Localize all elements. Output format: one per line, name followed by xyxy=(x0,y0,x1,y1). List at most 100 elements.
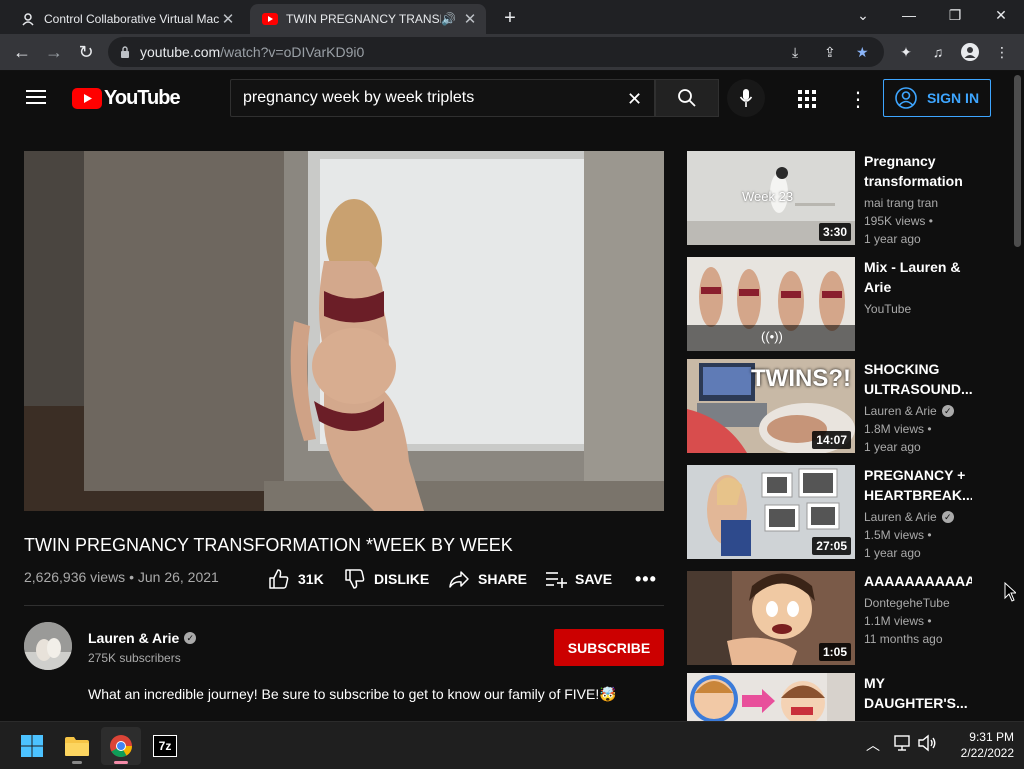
close-tab-icon[interactable]: ✕ xyxy=(462,11,478,28)
thumbnail-caption: TWINS?! xyxy=(751,365,851,392)
mouse-cursor-icon xyxy=(1004,581,1018,607)
add-to-playlist-icon xyxy=(546,572,567,588)
recommendation-title[interactable]: SHOCKING ULTRASOUND... xyxy=(864,359,972,399)
network-icon[interactable] xyxy=(893,734,911,757)
video-description: What an incredible journey! Be sure to s… xyxy=(88,686,617,702)
video-duration: 14:07 xyxy=(812,431,851,449)
youtube-logo[interactable]: YouTube xyxy=(72,87,181,110)
recommendation-item[interactable]: 1:05 AAAAAAAAAAA DontegeheTube 1.1M view… xyxy=(687,571,987,667)
install-app-icon[interactable]: ⤓ xyxy=(792,44,798,61)
recommendation-item[interactable]: MY DAUGHTER'S... xyxy=(687,673,987,721)
tab-youtube[interactable]: TWIN PREGNANCY TRANSFO 🔊 ✕ xyxy=(250,4,486,34)
tab-control-vm[interactable]: Control Collaborative Virtual Mac ✕ xyxy=(8,4,244,34)
recommendation-channel[interactable]: mai trang tran xyxy=(864,196,938,210)
recommendation-channel-row[interactable]: Lauren & Arie ✓ xyxy=(864,510,954,524)
guide-menu-icon[interactable] xyxy=(26,89,46,105)
clock-date: 2/22/2022 xyxy=(960,746,1014,760)
recommendation-channel[interactable]: YouTube xyxy=(864,302,911,316)
recommendation-title[interactable]: MY DAUGHTER'S... xyxy=(864,673,972,713)
subscribe-button[interactable]: SUBSCRIBE xyxy=(554,629,664,666)
browser-menu-icon[interactable]: ⋮ xyxy=(990,40,1014,64)
video-thumbnail[interactable]: 1:05 xyxy=(687,571,855,665)
recommendation-views: 1.1M views • xyxy=(864,614,932,628)
minimize-button[interactable]: — xyxy=(886,0,932,30)
recommendation-channel[interactable]: Lauren & Arie xyxy=(864,510,937,524)
search-button[interactable] xyxy=(655,79,719,117)
save-button[interactable]: SAVE xyxy=(545,568,612,590)
channel-name-row[interactable]: Lauren & Arie ✓ xyxy=(88,630,197,646)
video-thumbnail[interactable]: Week 23 3:30 xyxy=(687,151,855,245)
taskbar-clock[interactable]: 9:31 PM 2/22/2022 xyxy=(944,729,1014,761)
clear-search-icon[interactable]: ✕ xyxy=(627,89,642,110)
video-duration: 1:05 xyxy=(818,643,851,661)
extensions-icon[interactable]: ✦ xyxy=(894,40,918,64)
forward-icon[interactable]: → xyxy=(40,38,68,66)
windows-taskbar: 7z ︿ 9:31 PM 2/22/2022 xyxy=(0,721,1024,769)
windows-logo-icon xyxy=(21,735,43,757)
reload-icon[interactable]: ↻ xyxy=(72,38,100,66)
tab-search-icon[interactable]: ⌄ xyxy=(840,0,886,30)
youtube-favicon-icon xyxy=(262,11,278,27)
address-bar[interactable]: youtube.com/watch?v=oDIVarKD9i0 ⤓ ⇪ ★ xyxy=(108,37,884,67)
profile-icon[interactable] xyxy=(958,40,982,64)
restore-button[interactable]: ❐ xyxy=(932,0,978,30)
recommendation-item[interactable]: TWINS?! 14:07 SHOCKING ULTRASOUND... Lau… xyxy=(687,359,987,455)
voice-search-button[interactable] xyxy=(727,79,765,117)
video-player[interactable] xyxy=(24,151,664,511)
video-title: TWIN PREGNANCY TRANSFORMATION *WEEK BY W… xyxy=(24,535,513,555)
recommendation-age: 1 year ago xyxy=(864,546,921,560)
dislike-label: DISLIKE xyxy=(374,571,430,587)
share-button[interactable]: SHARE xyxy=(448,568,527,590)
recommendation-views: 1.5M views • xyxy=(864,528,932,542)
url-path: /watch?v=oDIVarKD9i0 xyxy=(220,44,365,60)
file-explorer-button[interactable] xyxy=(57,727,97,765)
video-thumbnail[interactable] xyxy=(687,673,855,721)
media-control-icon[interactable]: ♫ xyxy=(926,40,950,64)
recommendation-item[interactable]: ((•)) Mix - Lauren & Arie YouTube xyxy=(687,257,987,353)
show-hidden-icons-icon[interactable]: ︿ xyxy=(866,735,880,755)
folder-icon xyxy=(65,737,89,756)
recommendation-item[interactable]: 27:05 PREGNANCY + HEARTBREAK... Lauren &… xyxy=(687,465,987,561)
mix-thumbnail[interactable]: ((•)) xyxy=(687,257,855,351)
volume-icon[interactable] xyxy=(917,734,937,757)
more-actions-icon[interactable]: ••• xyxy=(635,568,657,590)
recommendation-channel-row[interactable]: Lauren & Arie ✓ xyxy=(864,404,954,418)
thumbs-down-icon xyxy=(345,569,365,589)
like-button[interactable]: 31K xyxy=(268,568,324,590)
recommendation-title[interactable]: AAAAAAAAAAA xyxy=(864,571,972,591)
channel-name[interactable]: Lauren & Arie xyxy=(88,630,179,646)
video-frame xyxy=(24,151,664,511)
dislike-button[interactable]: DISLIKE xyxy=(344,568,429,590)
like-count: 31K xyxy=(298,571,324,587)
bookmark-star-icon[interactable]: ★ xyxy=(856,44,869,61)
thumbnail-caption: Week 23 xyxy=(742,189,794,204)
recommendation-title[interactable]: Pregnancy transformation xyxy=(864,151,972,191)
lock-icon[interactable] xyxy=(120,46,130,58)
account-icon xyxy=(895,87,917,109)
start-button[interactable] xyxy=(12,727,52,765)
scrollbar-thumb[interactable] xyxy=(1014,75,1021,247)
tab-title: TWIN PREGNANCY TRANSFO xyxy=(286,12,442,26)
audio-playing-icon[interactable]: 🔊 xyxy=(441,12,456,26)
video-thumbnail[interactable]: 27:05 xyxy=(687,465,855,559)
recommendation-channel[interactable]: DontegeheTube xyxy=(864,596,950,610)
subscriber-count: 275K subscribers xyxy=(88,651,181,665)
settings-more-icon[interactable]: ⋮ xyxy=(848,87,868,112)
search-input[interactable] xyxy=(230,79,655,117)
close-tab-icon[interactable]: ✕ xyxy=(220,11,236,28)
video-thumbnail[interactable]: TWINS?! 14:07 xyxy=(687,359,855,453)
close-window-button[interactable]: ✕ xyxy=(978,0,1024,30)
recommendation-item[interactable]: Week 23 3:30 Pregnancy transformation ma… xyxy=(687,151,987,247)
chrome-button[interactable] xyxy=(101,727,141,765)
channel-avatar[interactable] xyxy=(24,622,72,670)
apps-grid-icon[interactable] xyxy=(798,90,816,113)
recommendation-channel[interactable]: Lauren & Arie xyxy=(864,404,937,418)
new-tab-button[interactable]: + xyxy=(498,6,522,30)
microphone-icon xyxy=(739,89,753,107)
share-page-icon[interactable]: ⇪ xyxy=(824,44,836,61)
sign-in-button[interactable]: SIGN IN xyxy=(883,79,991,117)
recommendation-title[interactable]: Mix - Lauren & Arie xyxy=(864,257,972,297)
7zip-button[interactable]: 7z xyxy=(145,727,185,765)
recommendation-title[interactable]: PREGNANCY + HEARTBREAK... xyxy=(864,465,972,505)
back-icon[interactable]: ← xyxy=(8,38,36,66)
